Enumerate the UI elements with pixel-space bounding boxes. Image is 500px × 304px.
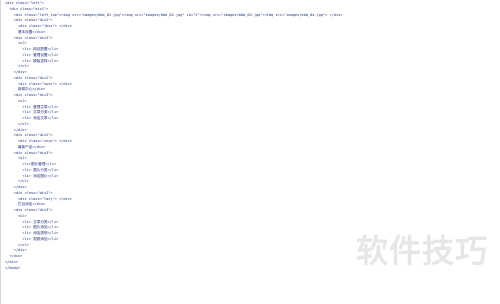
watermark-text: 软件技巧 bbox=[356, 232, 489, 270]
code-editor[interactable]: <div class="left"> <div class="div1"> <d… bbox=[0, 0, 500, 304]
